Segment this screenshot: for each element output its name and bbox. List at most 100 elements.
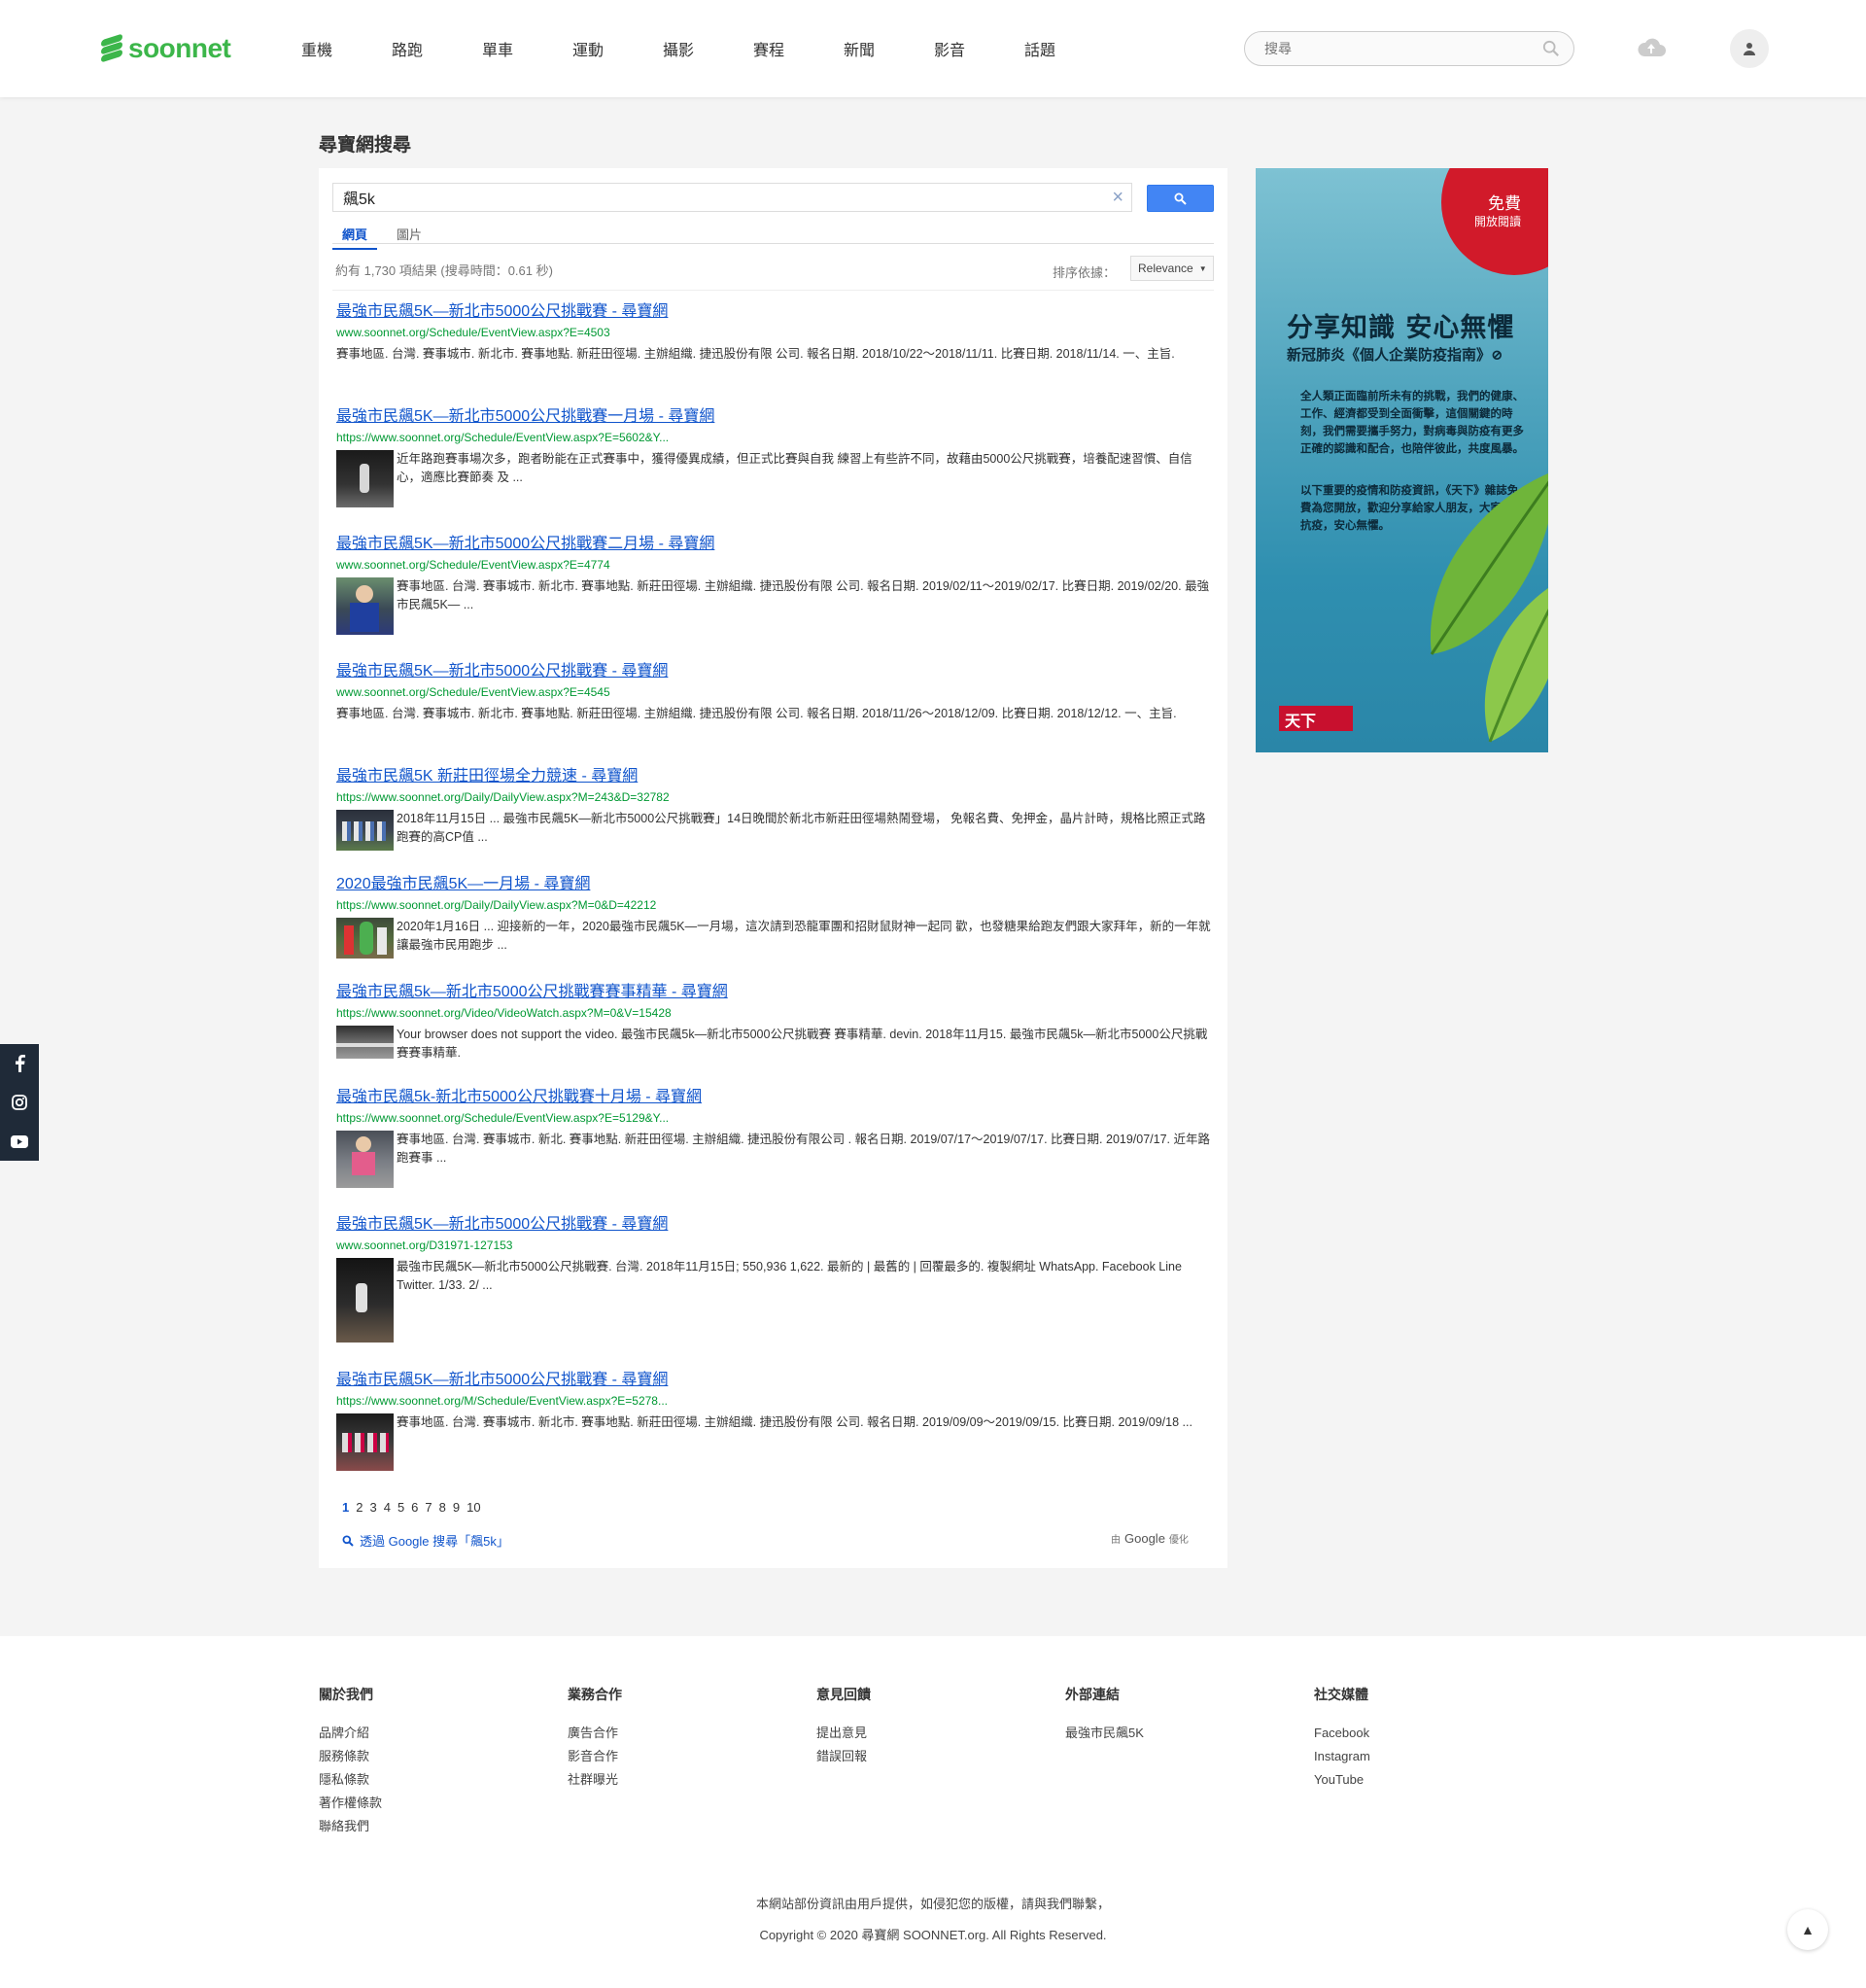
logo-text: soonnet [128, 33, 231, 63]
result-url: www.soonnet.org/Schedule/EventView.aspx?… [336, 326, 610, 339]
gsc-search-input[interactable] [333, 184, 1091, 211]
search-result: 最強市民飆5K—新北市5000公尺挑戰賽一月場 - 尋寶網 https://ww… [336, 407, 1211, 507]
header-search-input[interactable] [1245, 32, 1527, 65]
result-title[interactable]: 最強市民飆5K—新北市5000公尺挑戰賽 - 尋寶網 [336, 662, 1211, 681]
logo[interactable]: soonnet [101, 33, 231, 64]
divider [332, 290, 1214, 291]
search-result: 最強市民飆5K—新北市5000公尺挑戰賽 - 尋寶網 https://www.s… [336, 1371, 1211, 1471]
instagram-icon[interactable] [0, 1083, 39, 1122]
chevron-down-icon: ▼ [1198, 263, 1207, 273]
result-title[interactable]: 最強市民飆5K—新北市5000公尺挑戰賽 - 尋寶網 [336, 302, 1211, 322]
result-snippet: 賽事地區. 台灣. 賽事城市. 新北市. 賽事地點. 新莊田徑場. 主辦組織. … [397, 579, 1210, 611]
copyright: Copyright © 2020 尋寶網 SOONNET.org. All Ri… [759, 1928, 1107, 1942]
footer-link[interactable]: Facebook [1314, 1722, 1370, 1745]
result-title[interactable]: 最強市民飆5k-新北市5000公尺挑戰賽十月場 - 尋寶網 [336, 1088, 1211, 1107]
google-search-link-label: 透過 Google 搜尋「飆5k」 [360, 1534, 509, 1549]
youtube-icon[interactable] [0, 1122, 39, 1161]
facebook-icon[interactable] [0, 1044, 39, 1083]
result-thumbnail[interactable] [336, 577, 394, 635]
result-snippet: 賽事地區. 台灣. 賽事城市. 新北. 賽事地點. 新莊田徑場. 主辦組織. 捷… [397, 1133, 1211, 1165]
footer-col-title: 關於我們 [319, 1687, 373, 1702]
sort-value: Relevance [1138, 262, 1193, 275]
result-thumbnail[interactable] [336, 918, 394, 959]
page-link[interactable]: 3 [369, 1500, 376, 1515]
nav-item-photo[interactable]: 攝影 [663, 37, 753, 60]
footer-link[interactable]: Instagram [1314, 1745, 1370, 1768]
page-title: 尋寶網搜尋 [319, 135, 412, 156]
main-nav: 重機 路跑 單車 運動 攝影 賽程 新聞 影音 話題 [301, 37, 1115, 60]
nav-item-schedule[interactable]: 賽程 [753, 37, 844, 60]
sort-select[interactable]: Relevance ▼ [1130, 256, 1214, 281]
site-header: soonnet 重機 路跑 單車 運動 攝影 賽程 新聞 影音 話題 [0, 0, 1866, 97]
page-link[interactable]: 7 [425, 1500, 432, 1515]
gsc-search-button[interactable] [1147, 185, 1214, 212]
social-sidebar [0, 1044, 39, 1161]
google-branding: 由 Google 優化 [1111, 1531, 1189, 1546]
footer-col-title: 意見回饋 [816, 1687, 871, 1702]
search-result: 最強市民飆5K—新北市5000公尺挑戰賽二月場 - 尋寶網 www.soonne… [336, 535, 1211, 635]
page-link[interactable]: 1 [342, 1500, 349, 1515]
result-count: 約有 1,730 項結果 (搜尋時間：0.61 秒) [335, 263, 553, 278]
page-link[interactable]: 5 [397, 1500, 404, 1515]
result-title[interactable]: 最強市民飆5k—新北市5000公尺挑戰賽賽事精華 - 尋寶網 [336, 983, 1211, 1002]
search-icon [342, 1535, 354, 1547]
page-link[interactable]: 10 [466, 1500, 480, 1515]
result-title[interactable]: 最強市民飆5K—新北市5000公尺挑戰賽二月場 - 尋寶網 [336, 535, 1211, 554]
clear-icon[interactable]: × [1112, 187, 1123, 209]
ad-badge-title: 免費 [1488, 194, 1521, 214]
result-thumbnail[interactable] [336, 450, 394, 507]
nav-item-cycling[interactable]: 單車 [482, 37, 572, 60]
back-to-top-button[interactable]: ▲ [1787, 1909, 1828, 1950]
ad-banner[interactable]: 免費 開放閱讀 分享知識 安心無懼 新冠肺炎《個人企業防疫指南》⊘ 全人類正面臨… [1256, 168, 1548, 752]
nav-item-video[interactable]: 影音 [934, 37, 1024, 60]
result-title[interactable]: 最強市民飆5K—新北市5000公尺挑戰賽 - 尋寶網 [336, 1215, 1211, 1235]
footer-link[interactable]: 隱私條款 [319, 1768, 382, 1792]
logo-icon [101, 33, 122, 63]
pagination: 1 2 3 4 5 6 7 8 9 10 [342, 1500, 481, 1515]
gsc-tabs: 網頁 圖片 [332, 221, 1214, 250]
page-link[interactable]: 4 [384, 1500, 391, 1515]
google-branding-prefix: 由 [1111, 1535, 1121, 1546]
google-search-link[interactable]: 透過 Google 搜尋「飆5k」 [342, 1531, 509, 1550]
tab-web[interactable]: 網頁 [332, 225, 378, 250]
result-title[interactable]: 最強市民飆5K—新北市5000公尺挑戰賽一月場 - 尋寶網 [336, 407, 1211, 427]
result-thumbnail[interactable] [336, 810, 394, 851]
result-thumbnail[interactable] [336, 1026, 394, 1059]
nav-item-heavy-bike[interactable]: 重機 [301, 37, 392, 60]
result-thumbnail[interactable] [336, 1131, 394, 1188]
user-avatar-button[interactable] [1730, 29, 1769, 68]
cloud-upload-icon[interactable] [1637, 35, 1666, 58]
nav-item-running[interactable]: 路跑 [392, 37, 482, 60]
footer-link[interactable]: 提出意見 [816, 1722, 871, 1745]
footer-link[interactable]: 錯誤回報 [816, 1745, 871, 1768]
tab-images[interactable]: 圖片 [397, 225, 422, 243]
footer-link[interactable]: 品牌介紹 [319, 1722, 382, 1745]
search-icon[interactable] [1542, 40, 1560, 57]
footer-link[interactable]: 社群曝光 [568, 1768, 622, 1792]
page-link[interactable]: 6 [411, 1500, 418, 1515]
page-link[interactable]: 9 [453, 1500, 460, 1515]
result-title[interactable]: 最強市民飆5K 新莊田徑場全力競速 - 尋寶網 [336, 767, 1211, 786]
footer-link[interactable]: 最強市民飆5K [1065, 1722, 1144, 1745]
result-title[interactable]: 最強市民飆5K—新北市5000公尺挑戰賽 - 尋寶網 [336, 1371, 1211, 1390]
nav-item-news[interactable]: 新聞 [844, 37, 934, 60]
ad-headline: 分享知識 安心無懼 [1287, 313, 1515, 343]
page-link[interactable]: 2 [356, 1500, 363, 1515]
google-branding-suffix: 優化 [1168, 1535, 1189, 1546]
footer-link[interactable]: YouTube [1314, 1768, 1370, 1792]
footer-link[interactable]: 廣告合作 [568, 1722, 622, 1745]
result-thumbnail[interactable] [336, 1413, 394, 1471]
result-thumbnail[interactable] [336, 1258, 394, 1343]
result-url: https://www.soonnet.org/Daily/DailyView.… [336, 898, 657, 912]
footer-col-title: 社交媒體 [1314, 1687, 1368, 1702]
nav-item-topics[interactable]: 話題 [1024, 37, 1115, 60]
page-link[interactable]: 8 [439, 1500, 446, 1515]
nav-item-sports[interactable]: 運動 [572, 37, 663, 60]
result-title[interactable]: 2020最強市民飆5K—一月場 - 尋寶網 [336, 875, 1211, 894]
footer-link[interactable]: 聯絡我們 [319, 1815, 382, 1838]
result-snippet: 最強市民飆5K—新北市5000公尺挑戰賽. 台灣. 2018年11月15日; 5… [397, 1260, 1182, 1292]
result-snippet: 2020年1月16日 ... 迎接新的一年，2020最強市民飆5K—一月場，這次… [397, 920, 1211, 952]
footer-link[interactable]: 影音合作 [568, 1745, 622, 1768]
footer-link[interactable]: 服務條款 [319, 1745, 382, 1768]
footer-link[interactable]: 著作權條款 [319, 1792, 382, 1815]
